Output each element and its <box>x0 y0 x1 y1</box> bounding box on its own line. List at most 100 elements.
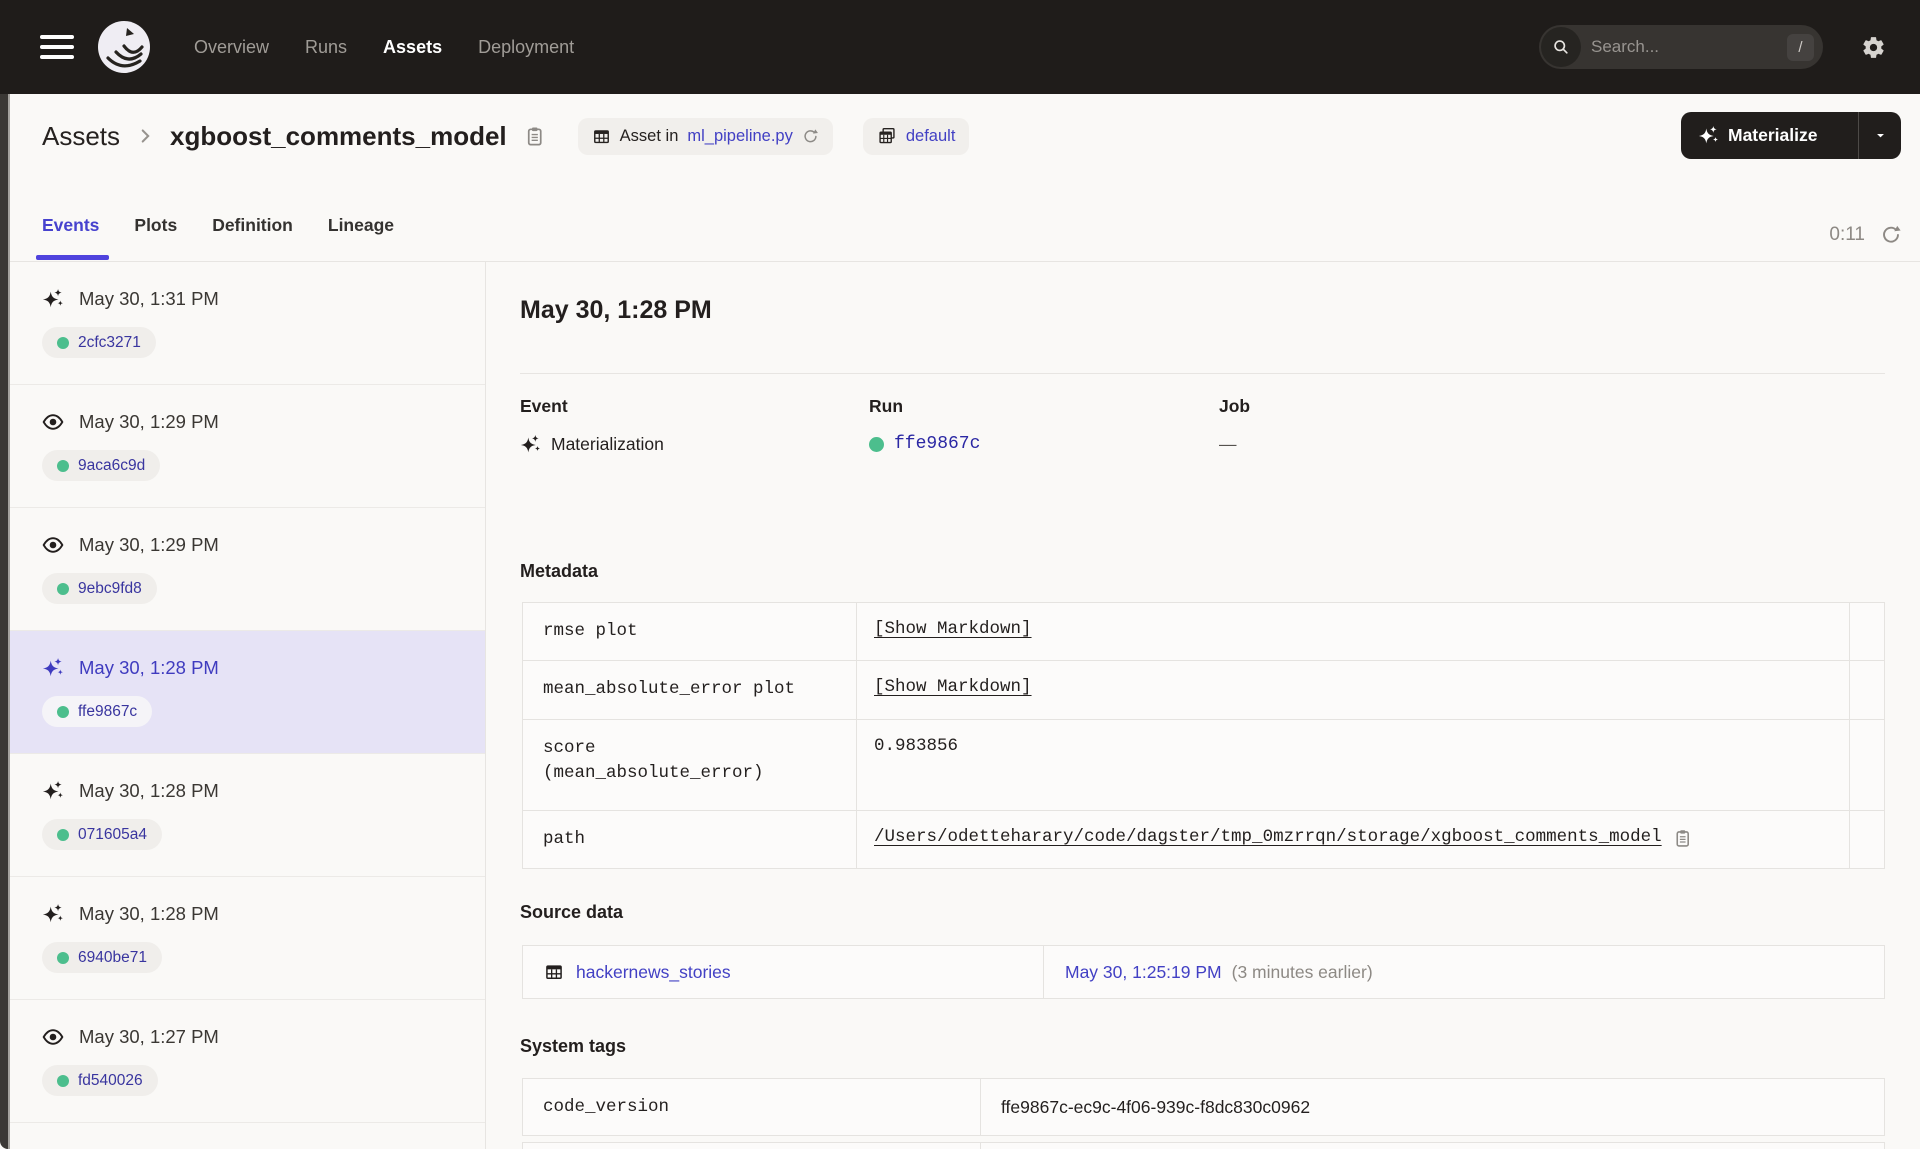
copy-asset-name-icon[interactable] <box>523 125 546 148</box>
source-asset-link[interactable]: hackernews_stories <box>576 962 731 983</box>
run-status-dot <box>57 705 69 718</box>
materialize-button[interactable]: Materialize <box>1681 112 1858 159</box>
system-tag-row-partial <box>522 1142 1885 1149</box>
divider <box>520 373 1885 374</box>
run-pill[interactable]: 071605a4 <box>42 819 162 850</box>
table-row: score (mean_absolute_error) 0.983856 <box>523 719 1884 811</box>
run-id: fd540026 <box>78 1071 143 1089</box>
eye-icon <box>42 534 64 556</box>
breadcrumb-assets-link[interactable]: Assets <box>42 121 120 152</box>
event-time: May 30, 1:28 PM <box>79 780 219 801</box>
run-status-dot <box>57 459 69 472</box>
tab-plots[interactable]: Plots <box>134 215 177 236</box>
run-pill[interactable]: 6940be71 <box>42 942 162 973</box>
gear-icon[interactable] <box>1861 35 1886 60</box>
hamburger-menu-icon[interactable] <box>40 35 74 59</box>
event-column-label: Event <box>520 396 568 416</box>
table-icon <box>593 129 609 143</box>
run-id: ffe9867c <box>78 702 138 720</box>
table-row: path /Users/odetteharary/code/dagster/tm… <box>523 810 1884 869</box>
run-id-link[interactable]: ffe9867c <box>894 434 980 454</box>
event-row-selected[interactable]: May 30, 1:28 PM ffe9867c <box>10 631 485 754</box>
table-icon <box>544 962 564 982</box>
table-row: mean_absolute_error plot [Show Markdown] <box>523 661 1884 720</box>
event-row[interactable]: May 30, 1:27 PM fd540026 <box>10 1000 485 1123</box>
materialize-dropdown-button[interactable] <box>1859 112 1901 159</box>
metadata-value: 0.983856 <box>874 735 959 756</box>
chevron-right-icon <box>134 125 156 147</box>
run-id: 9ebc9fd8 <box>78 579 142 597</box>
nav-item-overview[interactable]: Overview <box>194 37 269 58</box>
run-pill[interactable]: 9aca6c9d <box>42 450 161 481</box>
system-tag-value: ffe9867c-ec9c-4f06-939c-f8dc830c0962 <box>1001 1096 1311 1117</box>
page-title: xgboost_comments_model <box>170 120 507 151</box>
metadata-key: mean_absolute_error plot <box>523 661 857 719</box>
run-status-dot <box>57 1074 69 1087</box>
copy-path-icon[interactable] <box>1672 828 1693 849</box>
run-pill[interactable]: ffe9867c <box>42 696 153 727</box>
run-pill[interactable]: fd540026 <box>42 1065 158 1096</box>
event-row[interactable]: May 30, 1:28 PM 071605a4 <box>10 754 485 877</box>
source-data-heading: Source data <box>520 902 624 922</box>
system-tag-key: code_version <box>523 1079 981 1135</box>
run-column-label: Run <box>869 396 904 416</box>
materialize-label: Materialize <box>1728 125 1818 145</box>
sparkles-icon <box>520 434 541 455</box>
show-markdown-link[interactable]: [Show Markdown] <box>874 677 1032 697</box>
search-input[interactable]: Search... / <box>1539 25 1823 69</box>
job-column-label: Job <box>1219 396 1251 416</box>
tab-lineage[interactable]: Lineage <box>328 215 394 236</box>
code-location-chip: Asset in ml_pipeline.py <box>577 117 833 155</box>
event-detail-title: May 30, 1:28 PM <box>520 296 712 324</box>
event-row[interactable]: May 30, 1:29 PM 9aca6c9d <box>10 385 485 508</box>
run-id: 6940be71 <box>78 948 147 966</box>
event-row[interactable]: May 30, 1:31 PM 2cfc3271 <box>10 262 485 385</box>
search-placeholder: Search... <box>1591 37 1660 56</box>
code-location-file-link[interactable]: ml_pipeline.py <box>687 127 792 146</box>
sparkles-icon <box>42 657 64 679</box>
show-markdown-link[interactable]: [Show Markdown] <box>874 619 1032 639</box>
tab-definition[interactable]: Definition <box>212 215 293 236</box>
eye-icon <box>42 1026 64 1048</box>
event-time: May 30, 1:27 PM <box>79 1026 219 1047</box>
eye-icon <box>42 411 64 433</box>
event-time: May 30, 1:31 PM <box>79 288 219 309</box>
event-list: May 30, 1:31 PM 2cfc3271 May 30, 1:29 PM… <box>10 262 486 1149</box>
materialize-split-button: Materialize <box>1681 112 1901 159</box>
sparkles-icon <box>42 288 64 310</box>
asset-group-chip[interactable]: default <box>862 117 970 155</box>
run-status-dot <box>57 336 69 349</box>
run-status-dot <box>57 828 69 841</box>
asset-tabs: Events Plots Definition Lineage <box>42 215 394 236</box>
event-row[interactable]: May 30, 1:29 PM 9ebc9fd8 <box>10 508 485 631</box>
run-pill[interactable]: 9ebc9fd8 <box>42 573 157 604</box>
run-status-dot <box>57 951 69 964</box>
nav-item-runs[interactable]: Runs <box>305 37 347 58</box>
stacked-tables-icon <box>879 128 895 144</box>
source-timestamp-link[interactable]: May 30, 1:25:19 PM <box>1065 962 1222 983</box>
refresh-icon[interactable] <box>1880 224 1902 246</box>
path-link[interactable]: /Users/odetteharary/code/dagster/tmp_0mz… <box>874 827 1662 847</box>
nav-item-assets[interactable]: Assets <box>383 37 442 58</box>
event-row[interactable]: May 30, 1:28 PM 6940be71 <box>10 877 485 1000</box>
source-data-table: hackernews_stories May 30, 1:25:19 PM (3… <box>522 945 1885 999</box>
run-id: 9aca6c9d <box>78 456 146 474</box>
run-pill[interactable]: 2cfc3271 <box>42 327 156 358</box>
top-nav-bar: Overview Runs Assets Deployment Search..… <box>0 0 1920 94</box>
event-detail-pane: May 30, 1:28 PM Event Materialization Ru… <box>520 280 1885 1149</box>
sparkles-icon <box>42 780 64 802</box>
run-id: 2cfc3271 <box>78 333 141 351</box>
system-tag-row: code_version ffe9867c-ec9c-4f06-939c-f8d… <box>522 1078 1885 1136</box>
auto-refresh: 0:11 <box>1829 224 1902 246</box>
chevron-down-icon <box>1876 133 1884 138</box>
search-shortcut-badge: / <box>1787 33 1814 61</box>
tab-events[interactable]: Events <box>42 215 99 236</box>
nav-item-deployment[interactable]: Deployment <box>478 37 574 58</box>
dagster-logo[interactable] <box>96 19 152 75</box>
metadata-key: path <box>523 810 857 869</box>
event-time: May 30, 1:28 PM <box>79 903 219 924</box>
primary-nav: Overview Runs Assets Deployment <box>194 37 574 58</box>
run-status-dot <box>57 582 69 595</box>
group-chip-label: default <box>905 126 956 145</box>
reload-location-icon[interactable] <box>802 128 819 145</box>
